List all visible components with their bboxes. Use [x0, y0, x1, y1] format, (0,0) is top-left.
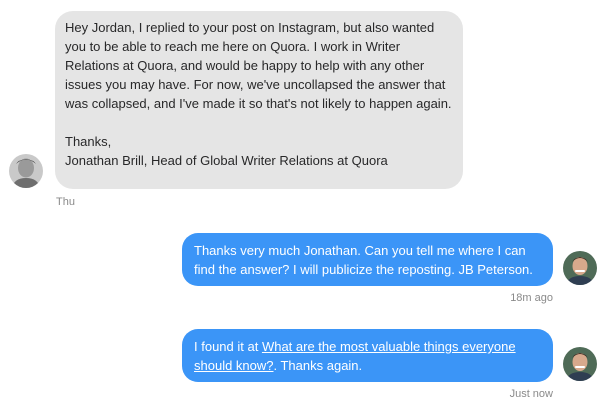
- message-paragraph: Hey Jordan, I replied to your post on In…: [65, 20, 452, 111]
- message-signature: Jonathan Brill, Head of Global Writer Re…: [65, 153, 388, 168]
- message-text: I found it at What are the most valuable…: [194, 337, 541, 375]
- own-avatar[interactable]: [563, 251, 597, 285]
- message-timestamp: 18m ago: [510, 292, 553, 304]
- outgoing-message-bubble: I found it at What are the most valuable…: [182, 329, 553, 382]
- incoming-message-bubble: Hey Jordan, I replied to your post on In…: [55, 11, 463, 189]
- message-thread: Hey Jordan, I replied to your post on In…: [0, 0, 604, 411]
- message-text: Thanks very much Jonathan. Can you tell …: [194, 243, 533, 277]
- avatar-jonathan-icon: [9, 154, 43, 188]
- outgoing-message-bubble: Thanks very much Jonathan. Can you tell …: [182, 233, 553, 286]
- avatar-jordan-icon: [563, 251, 597, 285]
- message-text-after: . Thanks again.: [273, 358, 363, 373]
- message-timestamp: Just now: [509, 388, 553, 400]
- message-signoff: Thanks,: [65, 134, 112, 149]
- message-timestamp: Thu: [56, 196, 75, 208]
- own-avatar[interactable]: [563, 347, 597, 381]
- avatar-jordan-icon: [563, 347, 597, 381]
- message-text-before: I found it at: [194, 339, 262, 354]
- sender-avatar[interactable]: [9, 154, 43, 188]
